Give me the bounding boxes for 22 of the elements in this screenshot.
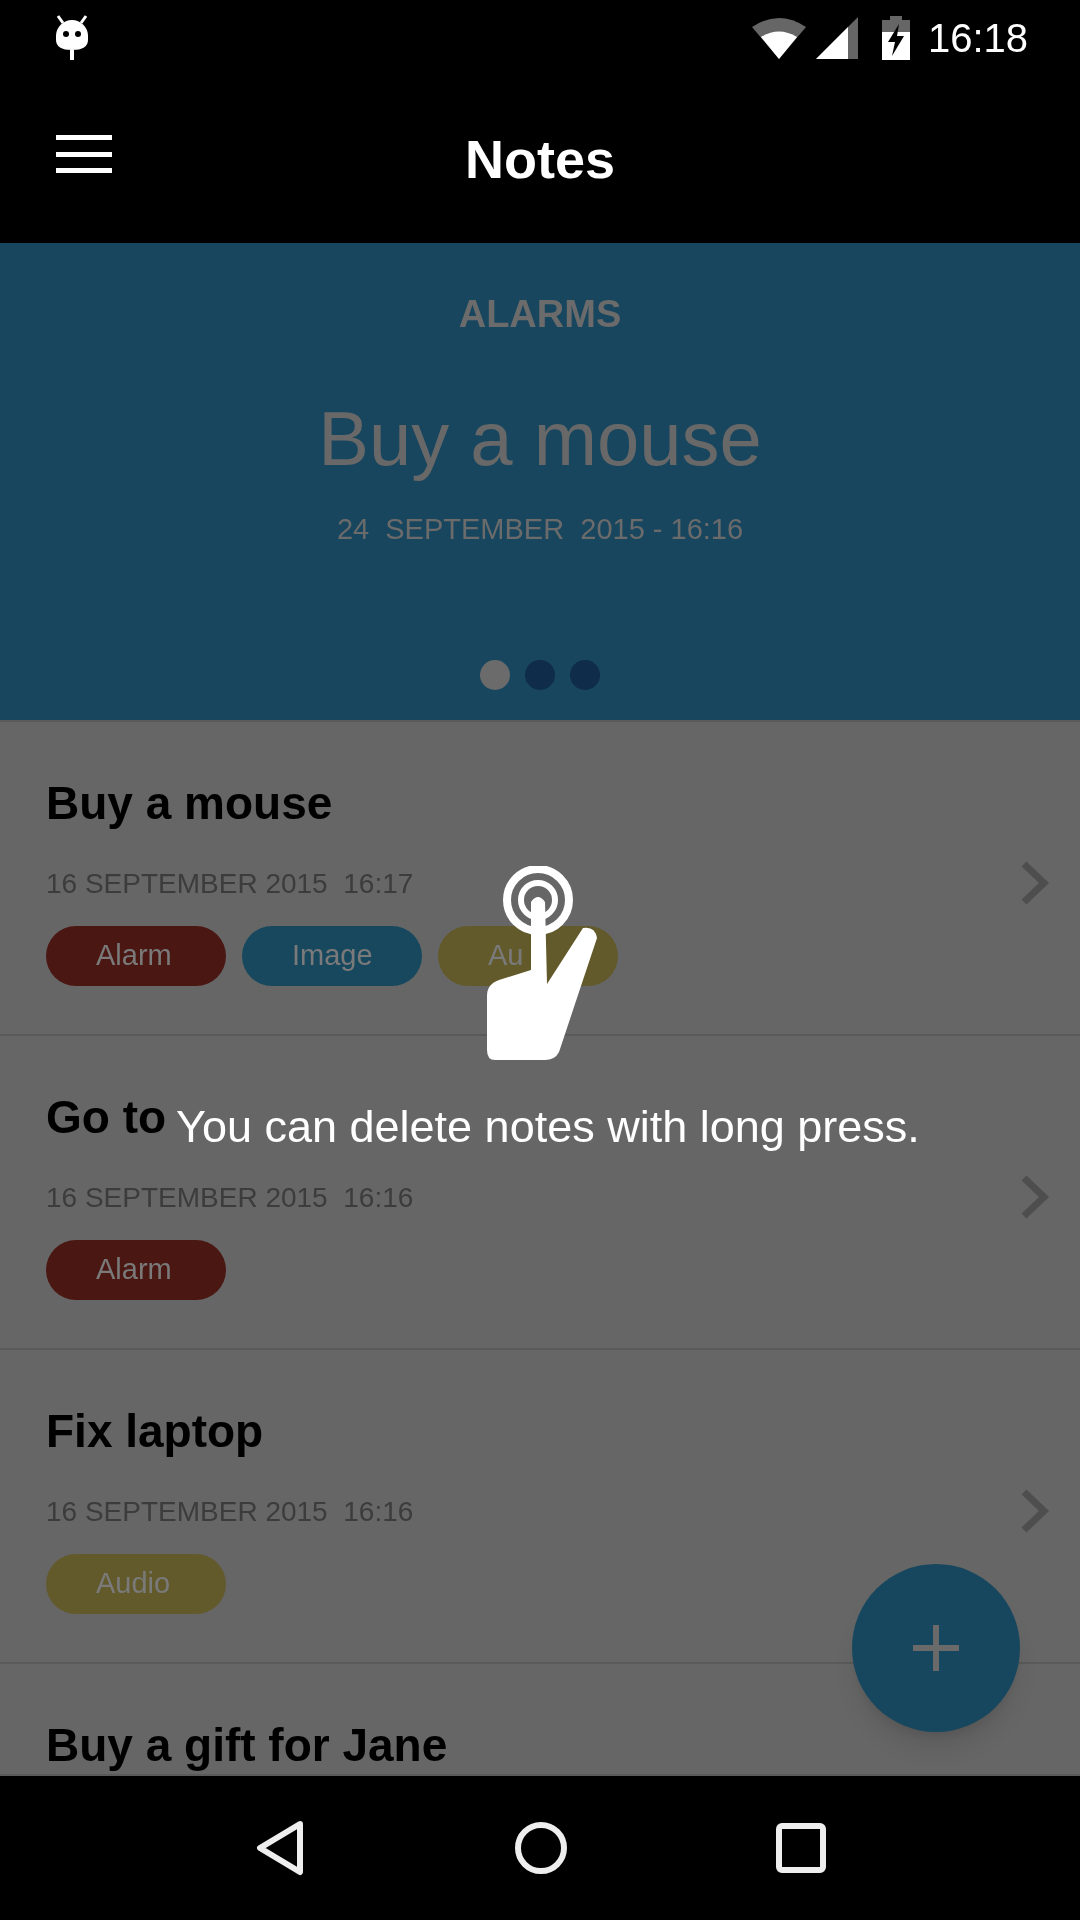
note-title: Go to [46,1094,167,1140]
home-icon[interactable] [514,1821,568,1875]
recents-icon[interactable] [776,1823,826,1873]
alarm-datetime: 24 SEPTEMBER 2015 - 16:16 [336,515,744,544]
tag-chip: Image [242,926,422,986]
tutorial-hint-text: You can delete notes with long press. [176,1104,920,1149]
alarm-banner[interactable]: ALARMS Buy a mouse 24 SEPTEMBER 2015 - 16:16 [0,243,1080,722]
tag-chip: Audio [46,1554,226,1614]
wifi-icon [751,16,806,59]
chevron-right-icon [1020,1174,1050,1220]
tag-chip: Alarm [46,1240,226,1300]
signal-icon [815,16,858,59]
plus-icon [913,1625,959,1671]
banner-heading: ALARMS [458,295,622,333]
chevron-right-icon [1020,860,1050,906]
menu-icon[interactable] [56,133,112,175]
app-title: Notes [465,132,615,186]
clock-time: 16:18 [927,17,1028,58]
back-icon[interactable] [254,1820,306,1876]
chevron-right-icon [1020,1488,1050,1534]
tag-chip: Alarm [46,926,226,986]
battery-charging-icon [881,15,910,60]
